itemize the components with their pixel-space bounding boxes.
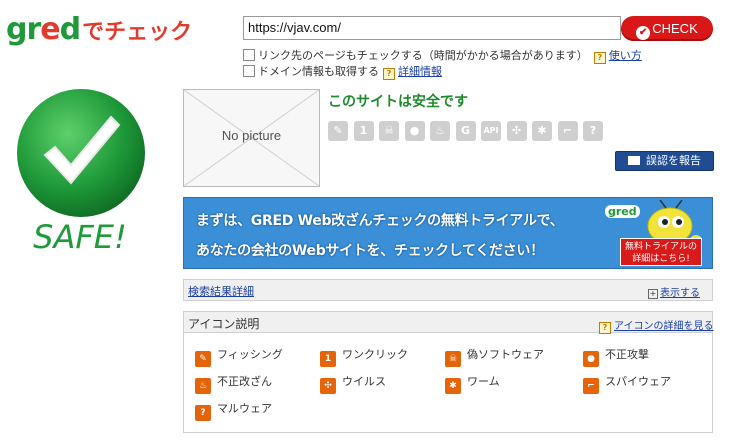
banner-cta-button[interactable]: 無料トライアルの詳細はこちら! xyxy=(620,238,702,266)
report-icon xyxy=(628,156,640,165)
show-details-toggle[interactable]: + 表示する xyxy=(648,284,700,299)
safe-check-icon xyxy=(17,89,145,217)
thumbnail-text: No picture xyxy=(221,128,282,143)
report-button[interactable]: 誤認を報告 xyxy=(615,151,714,171)
fake-software-icon: ☠ xyxy=(379,121,399,141)
legend-item: ✱ ワーム xyxy=(445,374,500,394)
attack-icon: ● xyxy=(404,121,425,141)
legend-item: ♨ 不正改ざん xyxy=(195,374,272,394)
attack-icon: ● xyxy=(583,351,599,367)
help-icon: ? xyxy=(593,52,606,64)
logo-tagline: でチェック xyxy=(82,20,193,45)
banner-line-1: まずは、GRED Web改ざんチェックの無料トライアルで、 xyxy=(196,213,564,229)
link-check-option: リンク先のページもチェックする（時間がかかる場合があります）? 使い方 xyxy=(243,49,642,64)
domain-info-option: ドメイン情報も取得する? 詳細情報 xyxy=(243,65,442,80)
spyware-icon: ⌐ xyxy=(583,378,599,394)
fake-software-icon: ☠ xyxy=(445,351,461,367)
check-mark-icon: ✔ xyxy=(636,26,651,40)
phishing-icon: ✎ xyxy=(195,351,211,367)
legend-item: ✣ ウイルス xyxy=(320,374,386,394)
legend-label: ワーム xyxy=(467,375,500,388)
legend-item: ● 不正攻撃 xyxy=(583,347,649,367)
icon-legend-title: アイコン説明 xyxy=(188,317,260,331)
icon-detail-link-wrap[interactable]: ? アイコンの詳細を見る xyxy=(599,317,714,334)
link-check-checkbox[interactable] xyxy=(243,49,255,61)
worm-icon: ✱ xyxy=(532,121,552,141)
one-click-icon: 1 xyxy=(320,351,336,367)
link-check-label: リンク先のページもチェックする（時間がかかる場合があります） xyxy=(258,49,588,62)
domain-info-checkbox[interactable] xyxy=(243,65,255,77)
phishing-icon: ✎ xyxy=(328,121,348,141)
gred-logo[interactable]: gredでチェック xyxy=(6,14,192,46)
legend-label: マルウェア xyxy=(217,402,272,415)
legend-label: 不正攻撃 xyxy=(605,348,649,361)
detail-info-link[interactable]: 詳細情報 xyxy=(398,65,442,78)
domain-info-label: ドメイン情報も取得する xyxy=(258,65,379,78)
show-details-label: 表示する xyxy=(660,288,700,299)
legend-label: 偽ソフトウェア xyxy=(467,348,544,361)
icon-detail-link: アイコンの詳細を見る xyxy=(614,321,714,332)
logo-brand: gred xyxy=(6,12,81,47)
legend-item: ☠ 偽ソフトウェア xyxy=(445,347,544,367)
safe-message: このサイトは安全です xyxy=(328,94,468,110)
spyware-icon: ⌐ xyxy=(557,121,578,141)
legend-item: 1 ワンクリック xyxy=(320,347,408,367)
results-detail-link[interactable]: 検索結果詳細 xyxy=(188,283,254,299)
url-input[interactable]: https://vjav.com/ xyxy=(243,16,621,40)
legend-label: フィッシング xyxy=(217,348,283,361)
legend-label: 不正改ざん xyxy=(217,375,272,388)
help-icon: ? xyxy=(383,68,395,80)
malware-icon: ? xyxy=(195,405,211,421)
defacement-icon: ♨ xyxy=(195,378,211,394)
legend-item: ? マルウェア xyxy=(195,401,272,421)
legend-label: ワンクリック xyxy=(342,348,408,361)
report-label: 誤認を報告 xyxy=(646,154,701,167)
check-button-label: CHECK xyxy=(652,21,698,36)
virus-icon: ✣ xyxy=(506,121,527,141)
expand-icon: + xyxy=(648,289,658,299)
worm-icon: ✱ xyxy=(445,378,461,394)
defacement-icon: ♨ xyxy=(430,121,450,141)
virus-icon: ✣ xyxy=(320,378,336,394)
legend-label: スパイウェア xyxy=(605,375,671,388)
malware-icon: ? xyxy=(583,121,603,141)
results-detail-bar xyxy=(183,279,713,301)
legend-item: ✎ フィッシング xyxy=(195,347,283,367)
check-button[interactable]: ✔ CHECK xyxy=(621,16,713,41)
banner-gred-logo: gred xyxy=(605,205,640,218)
usage-link[interactable]: 使い方 xyxy=(609,49,642,62)
api-icon: API xyxy=(481,121,501,141)
safe-label: SAFE! xyxy=(33,218,127,256)
banner-line-2: あなたの会社のWebサイトを、チェックしてください！ xyxy=(196,243,544,259)
g-icon: G xyxy=(455,121,476,141)
legend-label: ウイルス xyxy=(342,375,386,388)
one-click-icon: 1 xyxy=(353,121,374,141)
legend-item: ⌐ スパイウェア xyxy=(583,374,671,394)
